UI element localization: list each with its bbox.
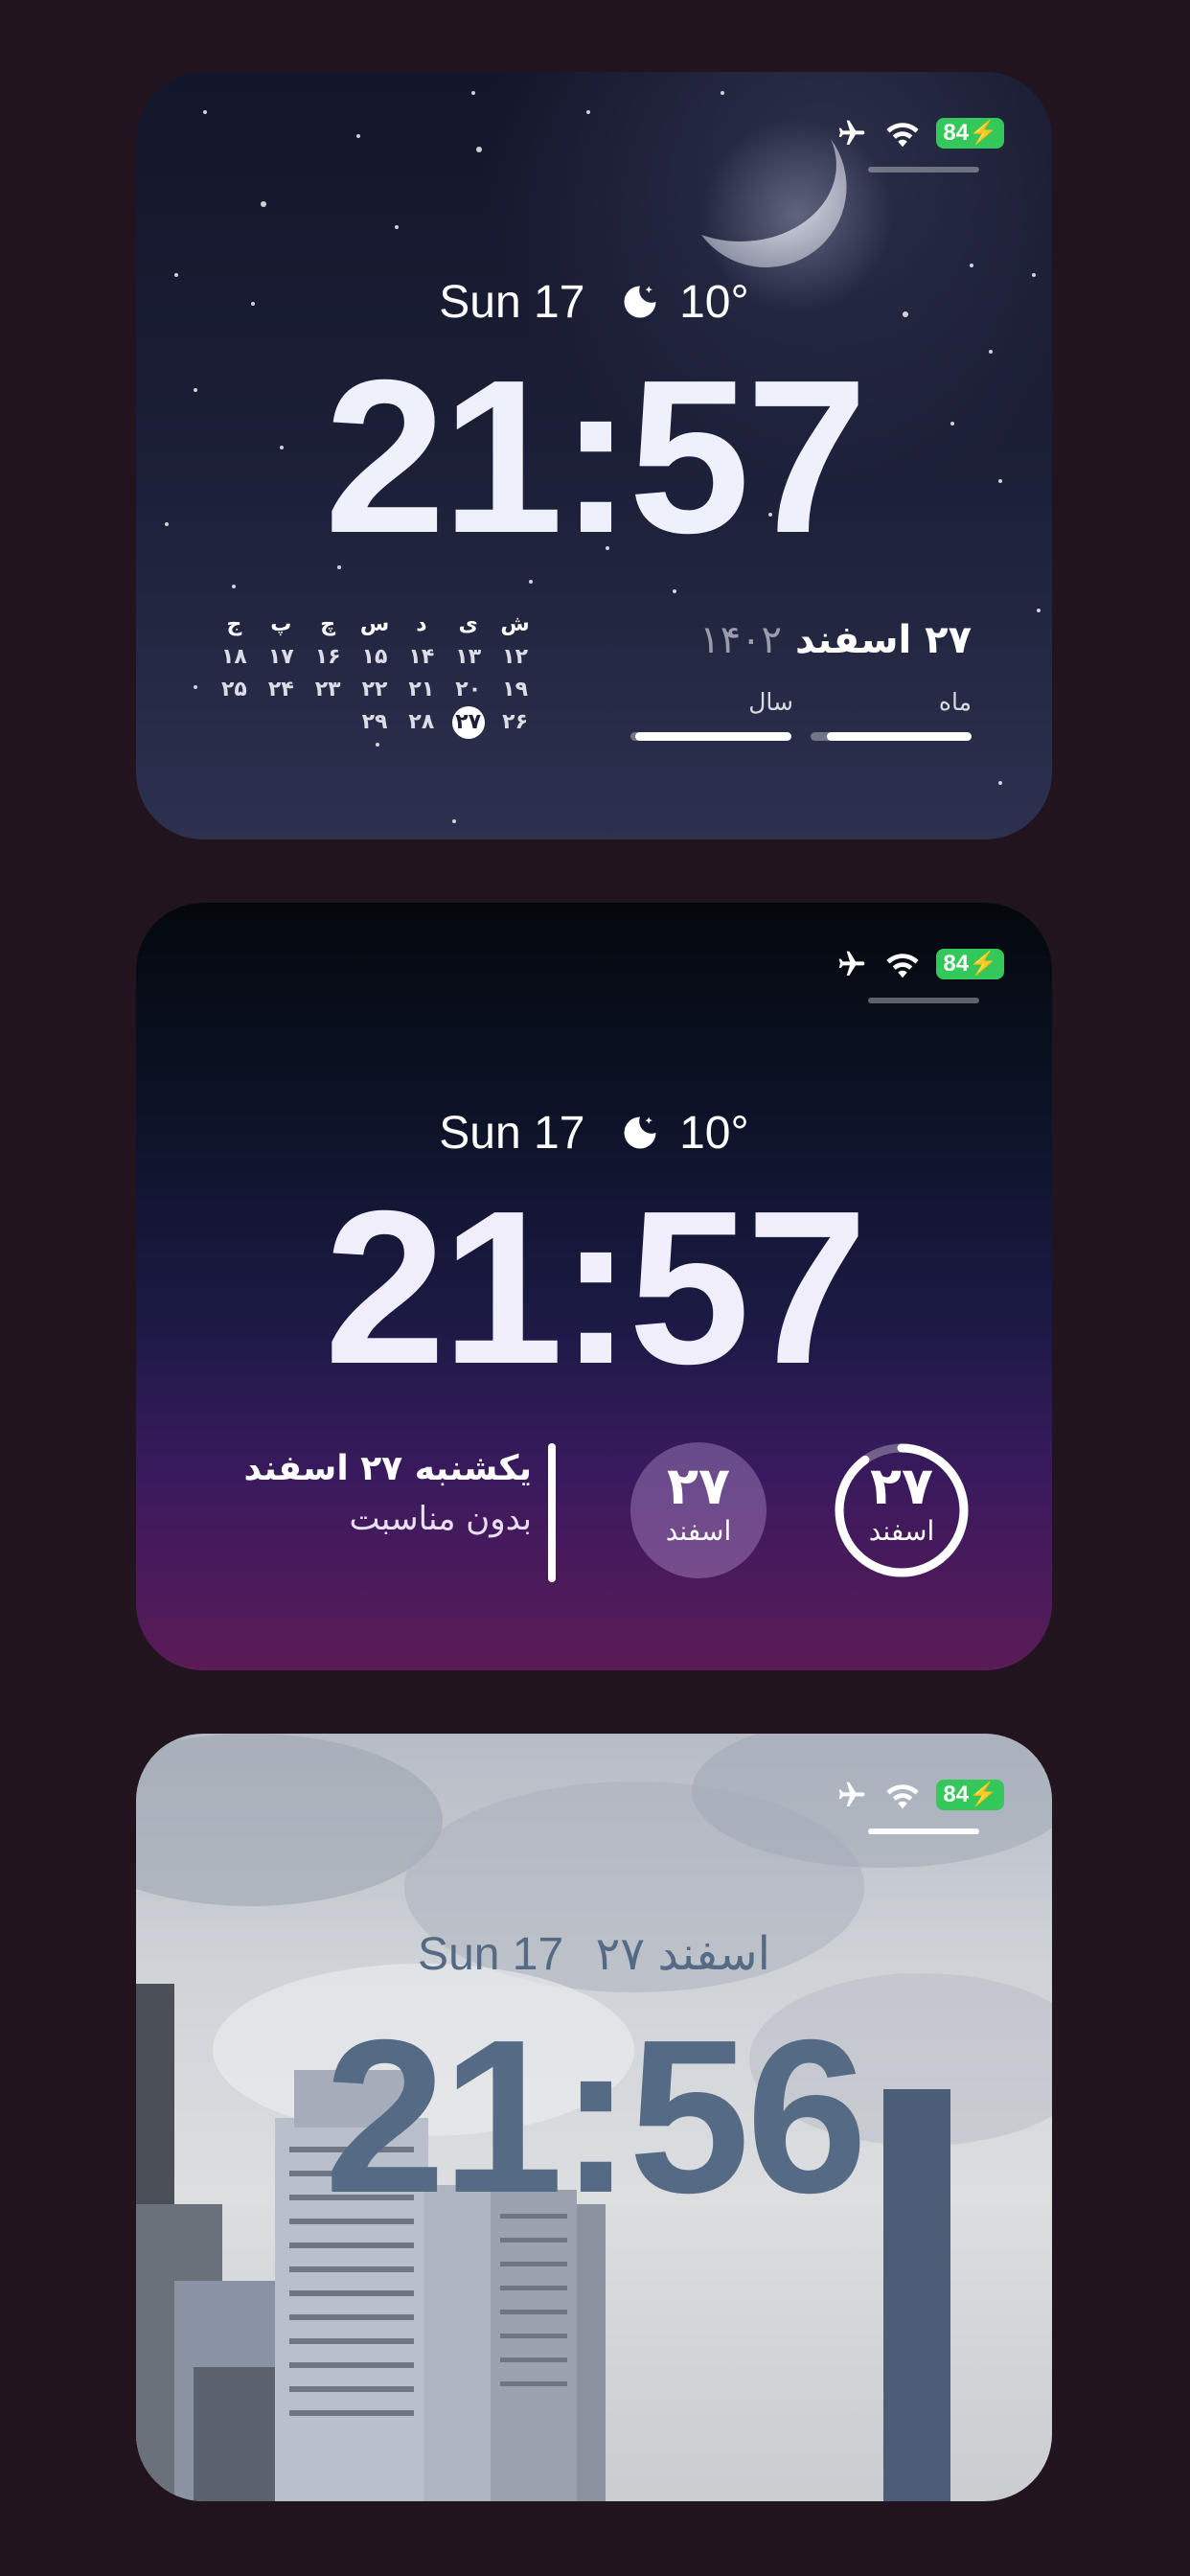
moon-stars-icon bbox=[624, 1116, 656, 1149]
calendar-day bbox=[211, 706, 258, 739]
date-label: Sun 17 bbox=[439, 1107, 585, 1159]
calendar-day: ۱۶ bbox=[314, 645, 341, 669]
weekday-header: ج bbox=[226, 612, 242, 636]
weekday-header: ش bbox=[500, 612, 530, 636]
airplane-icon bbox=[839, 120, 865, 145]
calendar-day bbox=[258, 706, 305, 739]
calendar-day: ۱۲ bbox=[502, 645, 528, 669]
clock-time: 21:57 bbox=[324, 1166, 867, 1410]
calendar-day: ۲۴ bbox=[267, 678, 294, 702]
date-label: Sun 17 bbox=[439, 276, 585, 328]
calendar-day: ۲۰ bbox=[455, 678, 482, 702]
lockscreen-preview-city[interactable]: 84⚡ Sun 17 ۲۷ اسفند 21:56 bbox=[136, 1734, 1052, 2501]
status-divider bbox=[868, 998, 979, 1003]
status-bar: 84⚡ bbox=[835, 1776, 1004, 1814]
calendar-day: ۱۸ bbox=[220, 645, 247, 669]
calendar-day: ۲۳ bbox=[314, 678, 341, 702]
weekday-header: س bbox=[359, 612, 390, 636]
date-weather-line: Sun 17 10° bbox=[136, 273, 1052, 329]
calendar-day: ۲۹ bbox=[361, 710, 388, 734]
month-progress-label: ماه bbox=[938, 688, 972, 716]
persian-text-widget[interactable]: یکشنبه ۲۷ اسفند بدون مناسبت bbox=[244, 1449, 532, 1538]
airplane-icon bbox=[839, 1782, 865, 1806]
wifi-icon bbox=[886, 123, 920, 148]
weekday-header: ی bbox=[458, 612, 478, 636]
circle-month: اسفند bbox=[665, 1515, 732, 1547]
date-label: Sun 17 bbox=[418, 1928, 564, 1980]
date-line: Sun 17 ۲۷ اسفند bbox=[136, 1925, 1052, 1981]
calendar-day: ۲۶ bbox=[502, 710, 528, 734]
airplane-icon bbox=[839, 951, 865, 976]
month-progress-bar bbox=[811, 732, 972, 741]
occasion-text: بدون مناسبت bbox=[349, 1500, 532, 1538]
persian-date-widget[interactable]: ۲۷ اسفند ۱۴۰۲ bbox=[699, 618, 972, 662]
battery-indicator: 84⚡ bbox=[936, 949, 1004, 979]
calendar-day-today: ۲۷ bbox=[445, 706, 492, 739]
wifi-icon bbox=[886, 1784, 920, 1809]
lockscreen-preview-starry[interactable]: 84⚡ Sun 17 10° 21:57 شی د سچ پ ج ۱۲ ۱۳ ۱۴ ۱۵ ۱۶ ۱… bbox=[136, 72, 1052, 840]
calendar-day bbox=[305, 706, 352, 739]
year-progress-bar bbox=[630, 732, 791, 741]
lockscreen-preview-gradient[interactable]: 84⚡ Sun 17 10° 21:57 یکشنبه ۲۷ اسفند بدو… bbox=[136, 903, 1052, 1670]
circular-date-widget[interactable]: ۲۷ اسفند bbox=[630, 1442, 767, 1578]
temperature-label: 10° bbox=[679, 1107, 749, 1159]
calendar-day: ۲۱ bbox=[408, 678, 435, 702]
clock-time: 21:56 bbox=[324, 1995, 867, 2239]
status-divider bbox=[868, 1828, 979, 1834]
status-divider bbox=[868, 167, 979, 172]
year-progress-label: سال bbox=[748, 688, 793, 716]
temperature-label: 10° bbox=[679, 276, 749, 328]
weekday-date-text: یکشنبه ۲۷ اسفند bbox=[243, 1449, 532, 1488]
weekday-header: چ bbox=[320, 612, 336, 636]
ring-progress-widget[interactable]: ۲۷ اسفند bbox=[834, 1442, 970, 1578]
mini-calendar-widget[interactable]: شی د سچ پ ج ۱۲ ۱۳ ۱۴ ۱۵ ۱۶ ۱۷ ۱۸ ۱۹ ۲۰ ۲۱ ۲۲ ۲۳ ۲۴ ۲۵ ۲۶ ۲۷… bbox=[211, 609, 538, 739]
battery-indicator: 84⚡ bbox=[936, 118, 1004, 149]
calendar-day: ۱۴ bbox=[408, 645, 435, 669]
persian-date-label: ۲۷ اسفند bbox=[595, 1929, 770, 1981]
persian-year: ۱۴۰۲ bbox=[699, 618, 783, 662]
clock-time: 21:57 bbox=[324, 335, 867, 579]
calendar-day: ۲۸ bbox=[408, 710, 435, 734]
weekday-header: پ bbox=[270, 612, 292, 636]
status-bar: 84⚡ bbox=[835, 945, 1004, 983]
date-weather-line: Sun 17 10° bbox=[136, 1104, 1052, 1160]
ring-month: اسفند bbox=[868, 1515, 935, 1547]
battery-indicator: 84⚡ bbox=[936, 1780, 1004, 1810]
wifi-icon bbox=[886, 954, 920, 978]
calendar-day: ۲۵ bbox=[220, 678, 247, 702]
calendar-day: ۱۳ bbox=[455, 645, 482, 669]
persian-day-month: ۲۷ اسفند bbox=[794, 618, 972, 662]
status-bar: 84⚡ bbox=[835, 114, 1004, 152]
calendar-day: ۱۷ bbox=[267, 645, 294, 669]
calendar-day: ۲۲ bbox=[361, 678, 388, 702]
widget-divider bbox=[548, 1443, 556, 1582]
moon-stars-icon bbox=[624, 286, 656, 318]
weekday-header: د bbox=[416, 612, 427, 636]
circle-day: ۲۷ bbox=[667, 1456, 730, 1516]
ring-day: ۲۷ bbox=[870, 1456, 933, 1516]
calendar-day: ۱۵ bbox=[361, 645, 388, 669]
calendar-day: ۱۹ bbox=[502, 678, 528, 702]
